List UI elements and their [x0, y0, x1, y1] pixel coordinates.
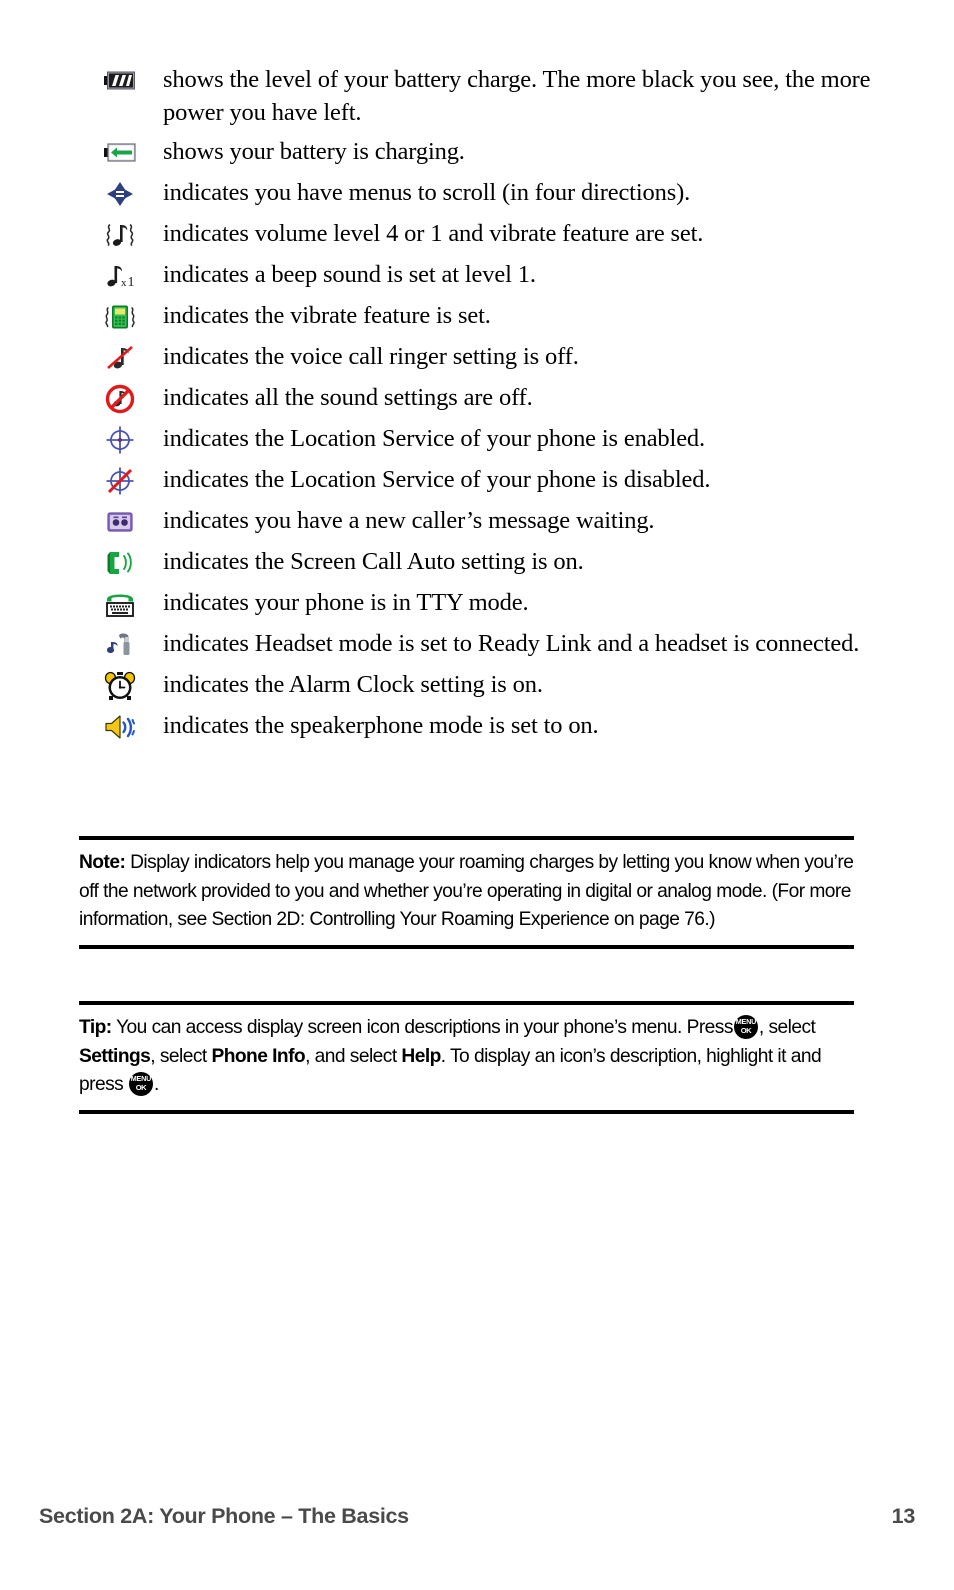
list-item: indicates all the sound settings are off…: [0, 380, 954, 416]
icon-cell: [0, 216, 163, 252]
tip-text-2: , select: [758, 1017, 816, 1038]
caller-message-waiting-icon: [103, 505, 137, 539]
beep-level-one-icon: x 1: [103, 259, 137, 293]
icon-cell: [0, 585, 163, 621]
vibrate-phone-icon: [103, 300, 137, 334]
icon-cell: [0, 626, 163, 662]
footer-section-title: Section 2A: Your Phone – The Basics: [39, 1504, 409, 1528]
list-item: shows your battery is charging.: [0, 134, 954, 170]
list-item: indicates volume level 4 or 1 and vibrat…: [0, 216, 954, 252]
tip-bold-settings: Settings: [79, 1045, 151, 1067]
note-vibrate-icon: [103, 218, 137, 252]
list-item: shows the level of your battery charge. …: [0, 62, 954, 129]
indicator-description: indicates a beep sound is set at level 1…: [163, 261, 536, 288]
menu-key-bottom-label-2: OK: [135, 1082, 147, 1092]
display-indicator-list: shows the level of your battery charge. …: [0, 62, 954, 749]
list-item: indicates you have a new caller’s messag…: [0, 503, 954, 539]
tip-bold-help: Help: [401, 1045, 441, 1067]
list-item: indicates the Alarm Clock setting is on.: [0, 667, 954, 703]
tip-text-4: , and select: [305, 1045, 397, 1067]
all-sounds-off-icon: [103, 382, 137, 416]
menu-key-bottom-label: OK: [740, 1025, 752, 1035]
list-item: x 1 indicates a beep sound is set at lev…: [0, 257, 954, 293]
icon-cell: [0, 62, 163, 98]
icon-cell: [0, 298, 163, 334]
page-footer: Section 2A: Your Phone – The Basics 13: [39, 1504, 915, 1529]
indicator-description: indicates Headset mode is set to Ready L…: [163, 630, 860, 657]
alarm-clock-icon: [103, 669, 137, 703]
tip-text-3: , select: [150, 1045, 207, 1067]
tty-mode-icon: [103, 587, 137, 621]
icon-cell: [0, 708, 163, 744]
icon-cell: [0, 339, 163, 375]
headset-ready-link-icon: [103, 628, 137, 662]
icon-cell: x 1: [0, 257, 163, 293]
indicator-description: indicates your phone is in TTY mode.: [163, 589, 529, 616]
menu-key-top-label-2: MENU: [130, 1073, 152, 1083]
list-item: indicates the Screen Call Auto setting i…: [0, 544, 954, 580]
battery-charging-icon: [103, 136, 137, 170]
icon-cell: [0, 175, 163, 211]
speakerphone-on-icon: [103, 710, 137, 744]
svg-text:x: x: [121, 277, 127, 289]
tip-bold-phone-info: Phone Info: [211, 1045, 306, 1067]
list-item: indicates the speakerphone mode is set t…: [0, 708, 954, 744]
indicator-description: indicates the Location Service of your p…: [163, 425, 705, 452]
note-callout: Note: Display indicators help you manage…: [79, 836, 854, 949]
list-item: indicates the Location Service of your p…: [0, 421, 954, 457]
four-direction-scroll-icon: [103, 177, 137, 211]
list-item: indicates the voice call ringer setting …: [0, 339, 954, 375]
note-label: Note:: [79, 852, 126, 873]
icon-cell: [0, 503, 163, 539]
tip-callout: Tip: You can access display screen icon …: [79, 1001, 854, 1114]
location-service-disabled-icon: [103, 464, 137, 498]
tip-text-6: .: [153, 1074, 159, 1096]
battery-level-icon: [103, 64, 137, 98]
indicator-description: indicates you have a new caller’s messag…: [163, 507, 655, 534]
tip-text-1: You can access display screen icon descr…: [116, 1017, 733, 1038]
footer-page-number: 13: [891, 1504, 916, 1528]
location-service-enabled-icon: [103, 423, 137, 457]
icon-cell: [0, 462, 163, 498]
menu-ok-key-icon: MENU OK: [733, 1015, 758, 1039]
icon-cell: [0, 421, 163, 457]
icon-cell: [0, 134, 163, 170]
indicator-description: shows your battery is charging.: [163, 138, 465, 165]
indicator-description: indicates the vibrate feature is set.: [163, 302, 491, 329]
indicator-description: indicates volume level 4 or 1 and vibrat…: [163, 220, 704, 247]
tip-label: Tip:: [79, 1017, 112, 1038]
indicator-description: indicates the voice call ringer setting …: [163, 343, 579, 370]
list-item: indicates the Location Service of your p…: [0, 462, 954, 498]
icon-cell: [0, 544, 163, 580]
list-item: indicates the vibrate feature is set.: [0, 298, 954, 334]
note-text: Display indicators help you manage your …: [79, 852, 854, 931]
list-item: indicates your phone is in TTY mode.: [0, 585, 954, 621]
ringer-off-icon: [103, 341, 137, 375]
icon-cell: [0, 380, 163, 416]
indicator-description: indicates you have menus to scroll (in f…: [163, 179, 691, 206]
icon-cell: [0, 667, 163, 703]
svg-text:1: 1: [128, 275, 135, 290]
indicator-description: indicates all the sound settings are off…: [163, 384, 533, 411]
indicator-description: indicates the Screen Call Auto setting i…: [163, 548, 584, 575]
indicator-description: indicates the Location Service of your p…: [163, 466, 711, 493]
indicator-description: indicates the Alarm Clock setting is on.: [163, 671, 543, 698]
indicator-description: shows the level of your battery charge. …: [163, 66, 871, 126]
menu-key-top-label: MENU: [735, 1016, 757, 1026]
indicator-description: indicates the speakerphone mode is set t…: [163, 712, 599, 739]
list-item: indicates you have menus to scroll (in f…: [0, 175, 954, 211]
list-item: indicates Headset mode is set to Ready L…: [0, 626, 954, 662]
menu-ok-key-icon-2: MENU OK: [128, 1072, 153, 1097]
screen-call-auto-icon: [103, 546, 137, 580]
